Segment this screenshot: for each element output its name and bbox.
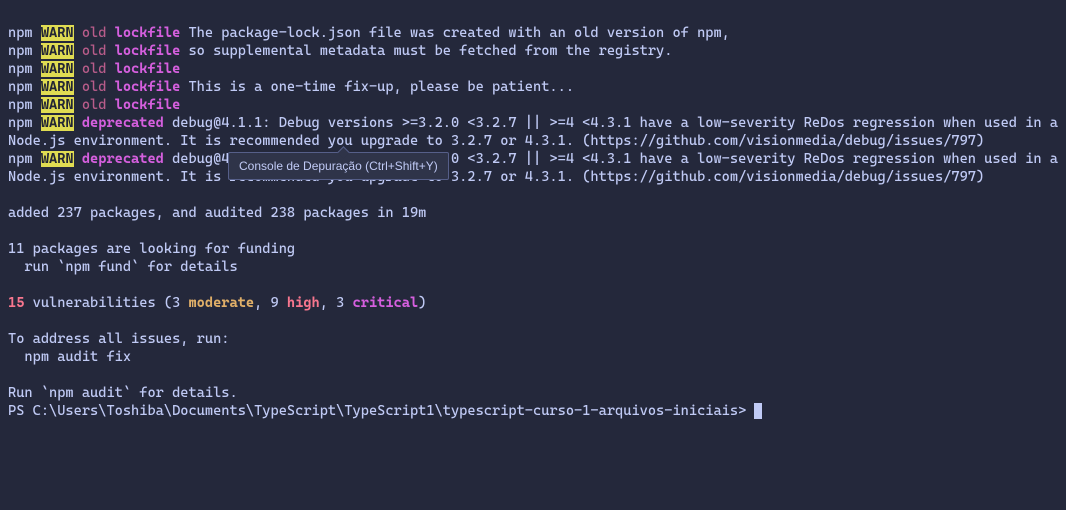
warn-msg: This is a one-time fix-up, please be pat… [188,79,574,95]
warn-tag: WARN [41,61,74,77]
warn-line: npm WARN old lockfile [8,61,188,77]
lockfile-tag: lockfile [115,61,181,77]
lockfile-tag: lockfile [115,43,181,59]
address-line: npm audit fix [8,349,131,365]
cursor [754,403,762,419]
lockfile-tag: lockfile [115,25,181,41]
npm-tag: npm [8,151,33,167]
deprecated-tag: deprecated [82,151,164,167]
lockfile-tag: lockfile [115,79,181,95]
warn-tag: WARN [41,43,74,59]
audit-line: Run `npm audit` for details. [8,385,238,401]
warn-msg: so supplemental metadata must be fetched… [188,43,672,59]
terminal-output[interactable]: npm WARN old lockfile The package-lock.j… [8,6,1058,420]
old-tag: old [82,25,107,41]
npm-tag: npm [8,43,33,59]
ps-prompt: PS C:\Users\Toshiba\Documents\TypeScript… [8,403,754,419]
prompt-line[interactable]: PS C:\Users\Toshiba\Documents\TypeScript… [8,403,762,419]
npm-tag: npm [8,115,33,131]
warn-line: npm WARN old lockfile The package-lock.j… [8,25,730,41]
deprecated-line: npm WARN deprecated debug@4.1.1: Debug v… [8,115,1066,149]
warn-tag: WARN [41,97,74,113]
npm-tag: npm [8,79,33,95]
old-tag: old [82,61,107,77]
vuln-count: 15 [8,295,24,311]
deprecated-tag: deprecated [82,115,164,131]
warn-tag: WARN [41,25,74,41]
deprecated-msg: debug@4.1.1: Debug versions >=3.2.0 <3.2… [8,115,1066,149]
npm-tag: npm [8,61,33,77]
npm-tag: npm [8,97,33,113]
warn-tag: WARN [41,115,74,131]
npm-tag: npm [8,25,33,41]
warn-msg: The package-lock.json file was created w… [188,25,729,41]
moderate-label: moderate [188,295,254,311]
address-line: To address all issues, run: [8,331,229,347]
warn-tag: WARN [41,151,74,167]
warn-line: npm WARN old lockfile [8,97,188,113]
old-tag: old [82,97,107,113]
old-tag: old [82,43,107,59]
deprecated-msg: debug@4.1.1: Debug versions >=3.2.0 <3.2… [8,151,1066,185]
warn-line: npm WARN old lockfile so supplemental me… [8,43,672,59]
lockfile-tag: lockfile [115,97,181,113]
funding-line: run `npm fund` for details [8,259,238,275]
old-tag: old [82,79,107,95]
warn-line: npm WARN old lockfile This is a one-time… [8,79,574,95]
funding-line: 11 packages are looking for funding [8,241,295,257]
high-label: high [287,295,320,311]
warn-tag: WARN [41,79,74,95]
critical-label: critical [353,295,419,311]
vulnerabilities-line: 15 vulnerabilities (3 moderate, 9 high, … [8,295,426,311]
summary-added: added 237 packages, and audited 238 pack… [8,205,426,221]
deprecated-line: npm WARN deprecated debug@4.1.1: Debug v… [8,151,1066,185]
